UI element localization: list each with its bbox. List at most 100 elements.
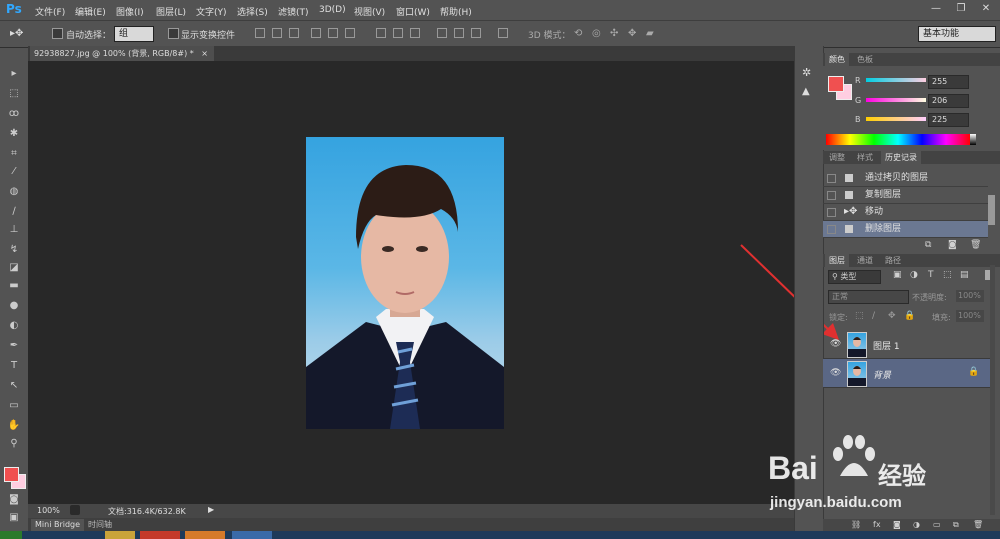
- visibility-eye-icon[interactable]: 👁: [830, 339, 841, 349]
- history-item-selected[interactable]: 删除图层: [823, 221, 988, 238]
- eyedropper-icon[interactable]: ⁄: [6, 165, 22, 179]
- zoom-level[interactable]: 100%: [37, 506, 60, 515]
- opacity-field[interactable]: 100%: [956, 290, 984, 302]
- align-right-icon[interactable]: [345, 28, 355, 38]
- filter-adjustment-icon[interactable]: ◑: [910, 270, 918, 280]
- taskbar-app-1[interactable]: [105, 531, 135, 539]
- tab-mini-bridge[interactable]: Mini Bridge: [31, 519, 85, 531]
- marquee-tool-icon[interactable]: ⬚: [6, 87, 22, 101]
- healing-brush-icon[interactable]: ◍: [6, 185, 22, 199]
- auto-select-dropdown[interactable]: 组: [114, 26, 154, 42]
- gradient-tool-icon[interactable]: ▬: [6, 279, 22, 293]
- align-bottom-icon[interactable]: [289, 28, 299, 38]
- layer-name[interactable]: 背景: [873, 368, 891, 381]
- status-menu-arrow-icon[interactable]: ▶: [208, 505, 214, 514]
- brush-tool-icon[interactable]: ∕: [6, 205, 22, 219]
- pen-tool-icon[interactable]: ✒: [6, 339, 22, 353]
- hand-tool-icon[interactable]: ✋: [6, 419, 22, 433]
- snapshot-icon[interactable]: ◙: [948, 240, 957, 250]
- tab-swatches[interactable]: 色板: [853, 53, 877, 66]
- menu-layer[interactable]: 图层(L): [156, 5, 186, 18]
- distribute-right-icon[interactable]: [471, 28, 481, 38]
- blend-mode-dropdown[interactable]: 正常: [828, 290, 909, 304]
- tab-adjustments[interactable]: 调整: [825, 151, 849, 164]
- lock-transparent-icon[interactable]: ⬚: [855, 311, 864, 321]
- restore-button[interactable]: ❐: [950, 2, 972, 16]
- tab-timeline[interactable]: 时间轴: [84, 519, 116, 531]
- distribute-hcenter-icon[interactable]: [454, 28, 464, 38]
- foreground-color-swatch[interactable]: [4, 467, 19, 482]
- magic-wand-icon[interactable]: ✱: [6, 127, 22, 141]
- tab-paths[interactable]: 路径: [881, 254, 905, 267]
- new-layer-icon[interactable]: ⧉: [953, 520, 959, 530]
- distribute-left-icon[interactable]: [437, 28, 447, 38]
- taskbar-app-photoshop[interactable]: [232, 531, 272, 539]
- clone-stamp-icon[interactable]: ⊥: [6, 223, 22, 237]
- close-tab-icon[interactable]: ×: [201, 46, 208, 61]
- lock-all-icon[interactable]: 🔒: [904, 311, 915, 321]
- b-slider[interactable]: [866, 117, 926, 121]
- align-vcenter-icon[interactable]: [272, 28, 282, 38]
- layer-row[interactable]: 👁 图层 1: [823, 330, 995, 359]
- tab-color[interactable]: 颜色: [825, 53, 849, 66]
- history-scrollbar[interactable]: [988, 195, 995, 225]
- histogram-icon[interactable]: ▲: [802, 86, 810, 97]
- distribute-vcenter-icon[interactable]: [393, 28, 403, 38]
- status-info-icon[interactable]: [70, 505, 80, 515]
- menu-3d[interactable]: 3D(D): [319, 5, 346, 15]
- menu-file[interactable]: 文件(F): [35, 5, 65, 18]
- layer-row-selected[interactable]: 👁 背景 🔒: [823, 359, 995, 388]
- 3d-scale-icon[interactable]: ▰: [646, 28, 654, 39]
- auto-align-icon[interactable]: [498, 28, 508, 38]
- blur-tool-icon[interactable]: ●: [6, 299, 22, 313]
- new-document-from-state-icon[interactable]: ⧉: [925, 240, 931, 250]
- move-tool-icon[interactable]: ▸✥: [10, 28, 23, 39]
- menu-type[interactable]: 文字(Y): [196, 5, 227, 18]
- history-item[interactable]: ▸✥ 移动: [823, 204, 988, 221]
- document-photo[interactable]: [306, 137, 504, 429]
- quick-mask-icon[interactable]: ◙: [6, 493, 22, 507]
- align-top-icon[interactable]: [255, 28, 265, 38]
- crop-tool-icon[interactable]: ⌗: [6, 147, 22, 161]
- fill-field[interactable]: 100%: [956, 310, 984, 322]
- distribute-bottom-icon[interactable]: [410, 28, 420, 38]
- tab-history[interactable]: 历史记录: [881, 151, 921, 164]
- move-tool-icon[interactable]: ▸: [6, 67, 22, 81]
- tab-styles[interactable]: 样式: [853, 151, 877, 164]
- tab-layers[interactable]: 图层: [825, 254, 849, 267]
- type-tool-icon[interactable]: T: [6, 359, 22, 373]
- align-left-icon[interactable]: [311, 28, 321, 38]
- menu-edit[interactable]: 编辑(E): [75, 5, 106, 18]
- lock-position-icon[interactable]: ✥: [888, 311, 896, 321]
- menu-filter[interactable]: 滤镜(T): [278, 5, 309, 18]
- taskbar-app-2[interactable]: [140, 531, 180, 539]
- g-value-field[interactable]: 206: [928, 94, 969, 108]
- lock-pixels-icon[interactable]: ∕: [872, 311, 875, 321]
- layer-filter-dropdown[interactable]: ⚲ 类型: [828, 270, 881, 284]
- 3d-slide-icon[interactable]: ✥: [628, 28, 636, 39]
- lasso-tool-icon[interactable]: ꝏ: [6, 107, 22, 121]
- minimize-button[interactable]: —: [925, 2, 947, 16]
- r-value-field[interactable]: 255: [928, 75, 969, 89]
- layer-name[interactable]: 图层 1: [873, 339, 900, 352]
- align-hcenter-icon[interactable]: [328, 28, 338, 38]
- filter-shape-icon[interactable]: ⬚: [943, 270, 952, 280]
- distribute-top-icon[interactable]: [376, 28, 386, 38]
- screen-mode-icon[interactable]: ▣: [6, 511, 22, 525]
- r-slider[interactable]: [866, 78, 926, 82]
- tab-channels[interactable]: 通道: [853, 254, 877, 267]
- b-value-field[interactable]: 225: [928, 113, 969, 127]
- workspace-dropdown[interactable]: 基本功能: [918, 26, 996, 42]
- start-button[interactable]: [0, 531, 22, 539]
- delete-state-icon[interactable]: 🗑: [970, 240, 981, 250]
- dodge-tool-icon[interactable]: ◐: [6, 319, 22, 333]
- black-white-ramp[interactable]: [970, 134, 976, 145]
- history-item[interactable]: 复制图层: [823, 187, 988, 204]
- path-select-icon[interactable]: ↖: [6, 379, 22, 393]
- menu-select[interactable]: 选择(S): [237, 5, 268, 18]
- zoom-tool-icon[interactable]: ⚲: [6, 437, 22, 451]
- filter-type-icon[interactable]: T: [928, 270, 934, 280]
- eraser-icon[interactable]: ◪: [6, 261, 22, 275]
- menu-help[interactable]: 帮助(H): [440, 5, 472, 18]
- document-tab[interactable]: 92938827.jpg @ 100% (背景, RGB/8#) * ×: [30, 46, 214, 61]
